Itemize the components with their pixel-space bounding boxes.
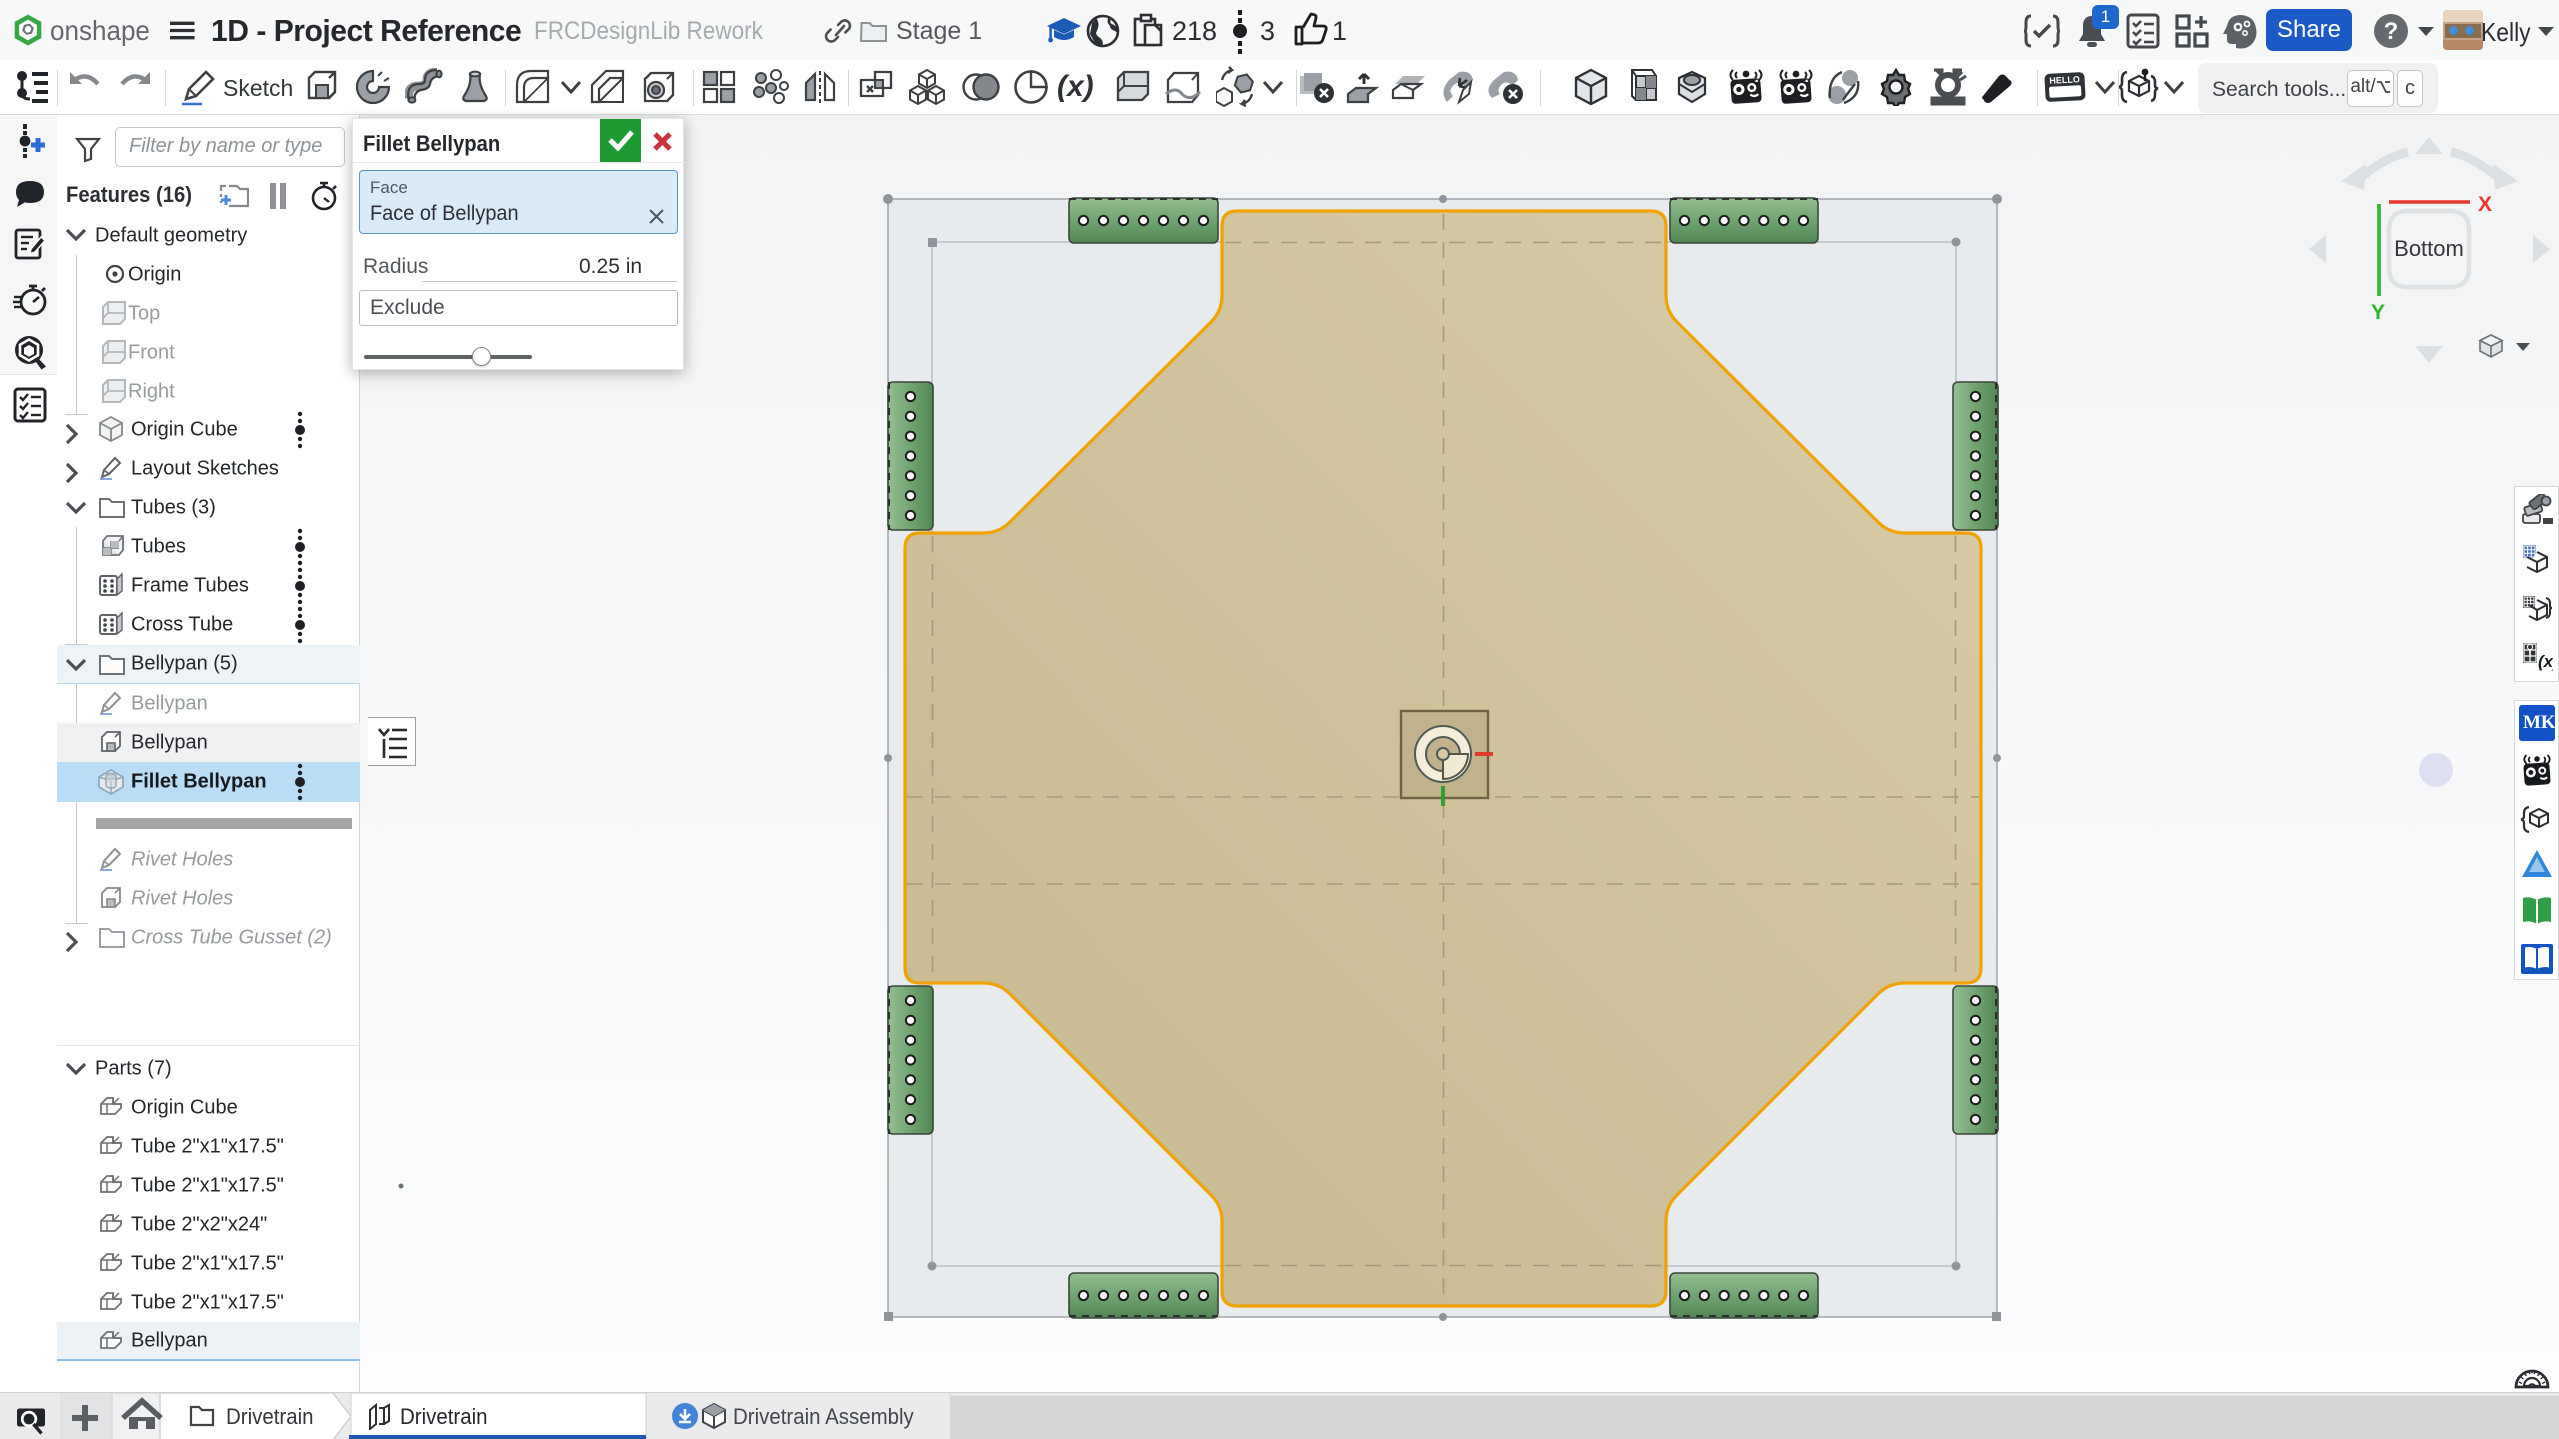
svg-text:Bottom: Bottom (2394, 236, 2464, 261)
svg-text:?: ? (2384, 18, 2399, 45)
svg-text:X: X (2478, 193, 2492, 216)
svg-text:HELLO: HELLO (2049, 74, 2080, 86)
svg-text:Y: Y (2371, 301, 2385, 324)
svg-text:(x): (x) (2538, 652, 2553, 671)
